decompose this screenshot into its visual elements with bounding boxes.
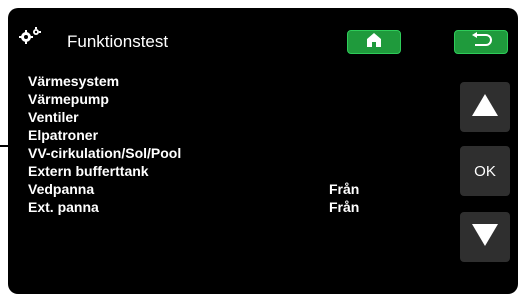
- list-item-label: Elpatroner: [28, 127, 99, 143]
- list-item[interactable]: Ventiler: [28, 108, 458, 126]
- list-item-label: Värmesystem: [28, 73, 120, 89]
- home-button[interactable]: [347, 30, 401, 54]
- list-item-label: Värmepump: [28, 91, 109, 107]
- scroll-up-button[interactable]: [460, 82, 510, 132]
- list-item[interactable]: Värmesystem: [28, 72, 458, 90]
- list-item[interactable]: VV-cirkulation/Sol/Pool: [28, 144, 458, 162]
- list-item-label: Vedpanna: [28, 181, 95, 197]
- list-item[interactable]: Ext. panna Från: [28, 198, 458, 216]
- list-item[interactable]: Värmepump: [28, 90, 458, 108]
- list-item[interactable]: Extern bufferttank: [28, 162, 458, 180]
- page-title: Funktionstest: [67, 32, 169, 51]
- function-test-list: Värmesystem Värmepump Ventiler Elpatrone…: [28, 72, 458, 216]
- header-bar: Funktionstest: [8, 8, 518, 64]
- list-item-label: Ventiler: [28, 109, 79, 125]
- list-item-value: Från: [329, 199, 360, 215]
- back-button[interactable]: [454, 30, 508, 54]
- display-screen: Funktionstest Värmesystem Värmepump Vent…: [8, 8, 518, 294]
- home-icon: [366, 32, 382, 53]
- ok-button[interactable]: OK: [460, 146, 510, 196]
- arrow-down-icon: [472, 223, 498, 251]
- list-item-value: Från: [329, 181, 360, 197]
- arrow-up-icon: [472, 93, 498, 121]
- device-frame: Funktionstest Värmesystem Värmepump Vent…: [0, 0, 525, 302]
- list-item[interactable]: Vedpanna Från: [28, 180, 458, 198]
- list-item-label: Extern bufferttank: [28, 163, 149, 179]
- frame-notch: [0, 145, 8, 147]
- gears-icon: [18, 26, 42, 46]
- back-arrow-icon: [469, 31, 493, 53]
- list-item[interactable]: Elpatroner: [28, 126, 458, 144]
- scroll-down-button[interactable]: [460, 212, 510, 262]
- list-item-label: VV-cirkulation/Sol/Pool: [28, 145, 182, 161]
- list-item-label: Ext. panna: [28, 199, 99, 215]
